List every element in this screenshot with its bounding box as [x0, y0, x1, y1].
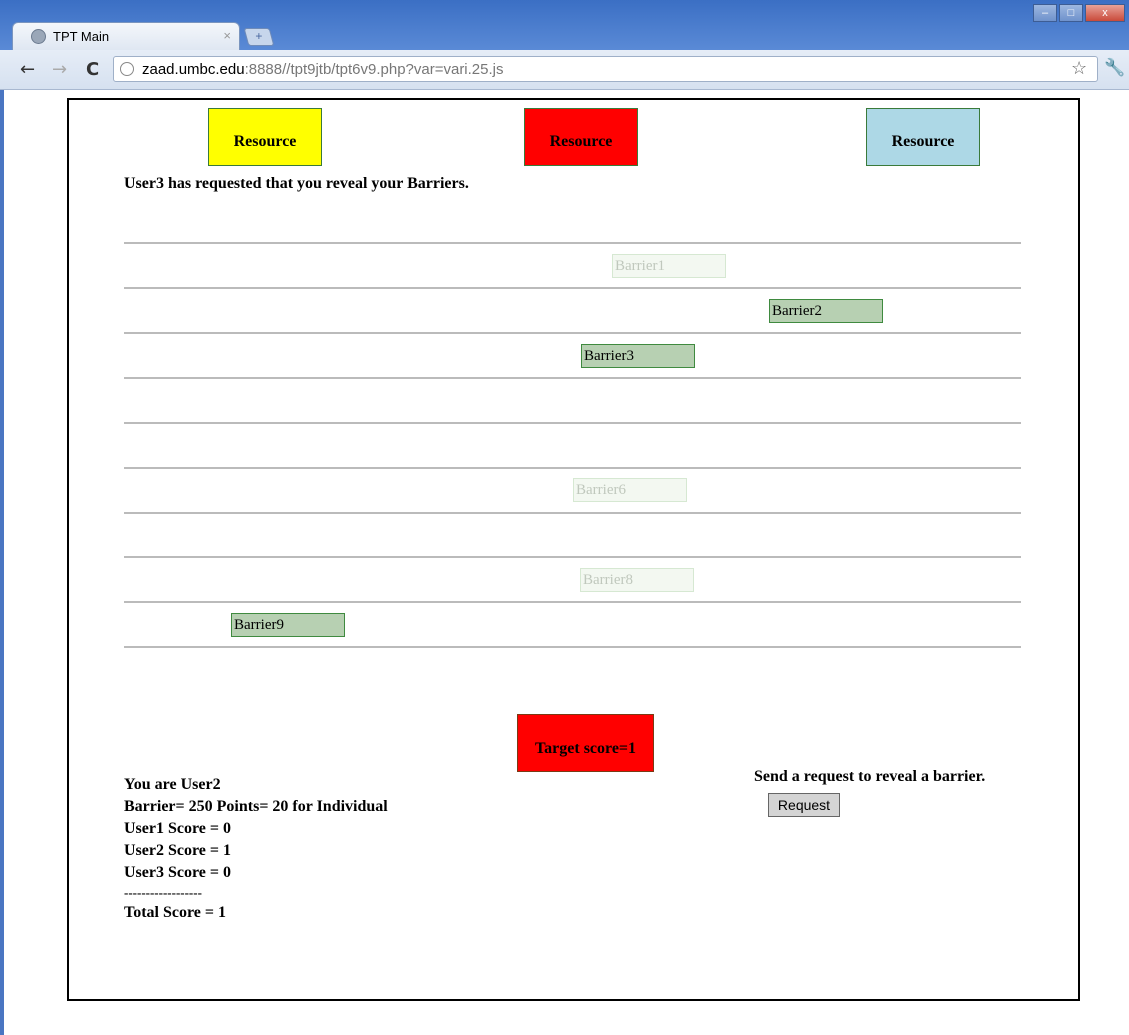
barrier-9[interactable]: Barrier9: [231, 613, 345, 637]
plus-icon: +: [255, 29, 263, 43]
resource-label: Resource: [891, 133, 955, 150]
barrier-1[interactable]: Barrier1: [612, 254, 726, 278]
bookmark-star-icon[interactable]: ☆: [1071, 58, 1087, 79]
target-score-label: Target score=1: [534, 740, 637, 757]
tab-title: TPT Main: [53, 29, 110, 44]
barrier-3[interactable]: Barrier3: [581, 344, 695, 368]
request-button[interactable]: Request: [768, 793, 840, 817]
barrier-2[interactable]: Barrier2: [769, 299, 883, 323]
maximize-button[interactable]: □: [1059, 4, 1083, 22]
barrier-6[interactable]: Barrier6: [573, 478, 687, 502]
user1-score: User1 Score = 0: [124, 820, 232, 837]
lane-divider: [124, 512, 1021, 514]
back-arrow-icon[interactable]: ←: [20, 59, 35, 80]
lane-divider: [124, 467, 1021, 469]
wrench-icon[interactable]: 🔧: [1104, 58, 1125, 78]
lane-divider: [124, 556, 1021, 558]
lane-divider: [124, 332, 1021, 334]
lane-divider: [124, 646, 1021, 648]
forward-arrow-icon[interactable]: →: [52, 59, 67, 80]
barrier-8[interactable]: Barrier8: [580, 568, 694, 592]
window-controls: – □ x: [1033, 4, 1125, 22]
url-host: zaad.umbc.edu: [142, 61, 245, 78]
browser-toolbar: ← → C zaad.umbc.edu:8888//tpt9jtb/tpt6v9…: [0, 50, 1129, 90]
barrier-points: Barrier= 250 Points= 20 for Individual: [124, 798, 388, 815]
address-bar[interactable]: zaad.umbc.edu:8888//tpt9jtb/tpt6v9.php?v…: [113, 56, 1098, 82]
window-border: [0, 90, 4, 1035]
resource-label: Resource: [549, 133, 613, 150]
resource-box-red[interactable]: Resource: [524, 108, 638, 166]
target-score-box: Target score=1: [517, 714, 654, 772]
page-icon: [120, 62, 134, 76]
resource-box-yellow[interactable]: Resource: [208, 108, 322, 166]
score-divider: ------------------: [124, 885, 202, 900]
lane-divider: [124, 377, 1021, 379]
score-panel: You are User2 Barrier= 250 Points= 20 fo…: [124, 774, 388, 924]
current-user: You are User2: [124, 776, 221, 793]
browser-title-bar: TPT Main × + – □ x: [0, 0, 1129, 50]
lane-divider: [124, 601, 1021, 603]
lane-divider: [124, 287, 1021, 289]
user2-score: User2 Score = 1: [124, 842, 232, 859]
lane-divider: [124, 422, 1021, 424]
resource-label: Resource: [233, 133, 297, 150]
request-prompt: Send a request to reveal a barrier.: [754, 768, 986, 785]
close-icon[interactable]: ×: [223, 28, 231, 43]
total-score: Total Score = 1: [124, 904, 227, 921]
user3-score: User3 Score = 0: [124, 864, 232, 881]
new-tab-button[interactable]: +: [243, 28, 275, 46]
globe-icon: [31, 29, 46, 44]
minimize-button[interactable]: –: [1033, 4, 1057, 22]
reload-icon[interactable]: C: [86, 59, 99, 80]
url-path: :8888//tpt9jtb/tpt6v9.php?var=vari.25.js: [244, 61, 504, 78]
url-text: zaad.umbc.edu:8888//tpt9jtb/tpt6v9.php?v…: [142, 61, 504, 78]
window-close-button[interactable]: x: [1085, 4, 1125, 22]
browser-tab[interactable]: TPT Main ×: [12, 22, 240, 50]
resource-box-blue[interactable]: Resource: [866, 108, 980, 166]
lane-divider: [124, 242, 1021, 244]
reveal-request-message: User3 has requested that you reveal your…: [124, 175, 469, 192]
